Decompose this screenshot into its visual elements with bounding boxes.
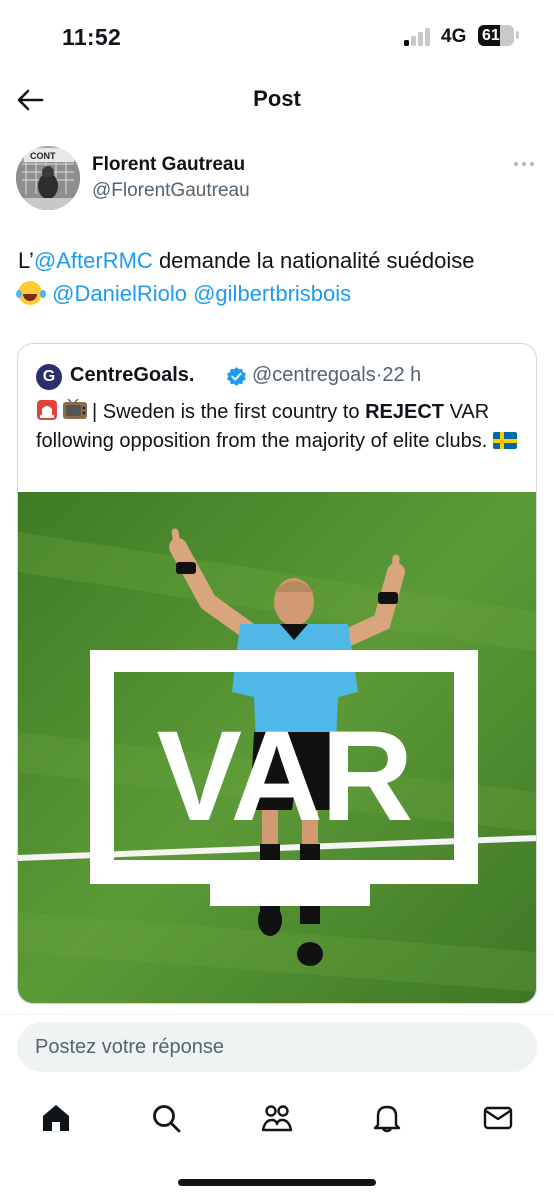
tv-emoji-icon [63,399,87,419]
search-icon [153,1105,181,1133]
home-icon [43,1105,69,1131]
more-options-button[interactable] [512,156,536,172]
tab-home[interactable] [36,1098,76,1138]
avatar-text: CONT [30,151,56,161]
messages-icon [483,1106,513,1130]
more-icon [514,162,534,166]
reply-input[interactable]: Postez votre réponse [17,1022,537,1072]
status-bar: 11:52 4G 61 [0,0,554,70]
quoted-author-name: CentreGoals. [70,364,195,386]
divider [0,1014,554,1015]
home-indicator [178,1179,376,1186]
tab-communities[interactable] [257,1098,297,1138]
sweden-flag-icon [493,432,518,449]
tab-messages[interactable] [478,1098,518,1138]
communities-icon [261,1105,293,1132]
bottom-tab-bar [0,1088,554,1148]
notifications-icon [373,1105,401,1133]
quoted-post-header: G CentreGoals. @centregoals·22 h [36,362,526,390]
referee-var-image[interactable]: VAR [18,492,537,1004]
siren-emoji-icon [37,400,57,420]
tab-notifications[interactable] [367,1098,407,1138]
tab-search[interactable] [146,1098,186,1138]
page-title: Post [253,86,301,111]
mention-afterrmc[interactable]: @AfterRMC [34,248,153,273]
author-name[interactable]: Florent Gautreau [92,154,245,176]
verified-badge-icon [226,366,247,387]
battery-icon: 61 [478,25,514,46]
reply-placeholder: Postez votre réponse [35,1036,224,1058]
quoted-post-text: | Sweden is the first country to REJECT … [36,398,522,456]
mention-gilbertbrisbois[interactable]: @gilbertbrisbois [193,281,351,306]
laughing-emoji-icon [16,281,42,305]
post-header: Post [0,72,554,126]
battery-level: 61 [482,27,500,44]
quoted-avatar: G [36,364,62,390]
mention-danielriolo[interactable]: @DanielRiolo [52,281,187,306]
quoted-handle-time: @centregoals·22 h [252,364,422,386]
post-author: CONT Florent Gautreau @FlorentGautreau [16,142,538,214]
avatar[interactable]: CONT [16,146,80,210]
quoted-post[interactable]: G CentreGoals. @centregoals·22 h | Swede… [17,343,537,1004]
post-text: L’@AfterRMC demande la nationalité suédo… [16,248,475,306]
network-type: 4G [441,26,467,47]
signal-icon [404,28,434,46]
var-logo-text: VAR [157,705,412,848]
author-handle[interactable]: @FlorentGautreau [92,180,250,202]
status-time: 11:52 [62,24,122,50]
